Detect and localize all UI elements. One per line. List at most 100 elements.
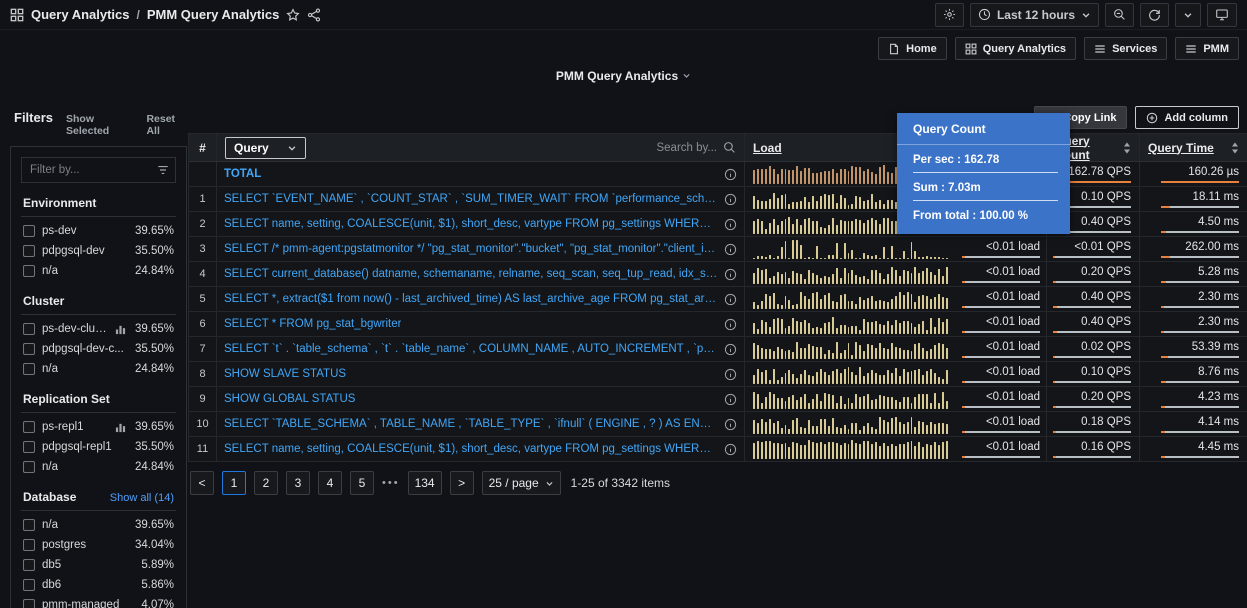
dashboard-title[interactable]: PMM Query Analytics	[0, 69, 1247, 83]
metric-value: <0.01 load	[954, 416, 1040, 433]
filter-item-label[interactable]: n/a	[42, 461, 128, 473]
page-button-3[interactable]: 3	[286, 471, 310, 495]
apps-grid-icon[interactable]	[10, 8, 24, 22]
query-link[interactable]: SELECT `TABLE_SCHEMA` , TABLE_NAME , `TA…	[224, 418, 718, 430]
time-range-picker[interactable]: Last 12 hours	[970, 3, 1099, 27]
filter-item-label[interactable]: n/a	[42, 519, 128, 531]
filter-checkbox[interactable]	[23, 265, 35, 277]
info-icon[interactable]	[724, 293, 737, 306]
query-link[interactable]: SELECT `t` . `table_schema` , `t` . `tab…	[224, 343, 718, 355]
show-selected-link[interactable]: Show Selected	[66, 113, 133, 137]
filter-item-label[interactable]: ps-dev	[42, 225, 128, 237]
filter-checkbox[interactable]	[23, 323, 35, 335]
zoom-out-button[interactable]	[1105, 3, 1134, 27]
star-icon[interactable]	[286, 8, 300, 22]
info-icon[interactable]	[724, 318, 737, 331]
last-page-button[interactable]: 134	[408, 471, 442, 495]
filter-item-label[interactable]: db5	[42, 559, 134, 571]
page-button-2[interactable]: 2	[254, 471, 278, 495]
info-icon[interactable]	[724, 268, 737, 281]
info-icon[interactable]	[724, 243, 737, 256]
nav-button-pmm[interactable]: PMM	[1175, 37, 1239, 60]
refresh-interval-dropdown[interactable]	[1175, 3, 1201, 27]
page-size-select[interactable]: 25 / page	[482, 471, 561, 495]
filters-card: Environmentps-dev39.65%pdpgsql-dev35.50%…	[10, 146, 187, 608]
filter-checkbox[interactable]	[23, 363, 35, 375]
sort-icon[interactable]	[1123, 142, 1131, 154]
filter-checkbox[interactable]	[23, 421, 35, 433]
query-link[interactable]: SELECT name, setting, COALESCE(unit, $1)…	[224, 218, 718, 230]
filter-item-label[interactable]: n/a	[42, 265, 128, 277]
load-sparkline	[753, 315, 948, 334]
share-icon[interactable]	[307, 8, 321, 22]
filter-item-label[interactable]: db6	[42, 579, 134, 591]
filter-item-label[interactable]: pdpgsql-dev-c...	[42, 343, 128, 355]
query-link[interactable]: SELECT name, setting, COALESCE(unit, $1)…	[224, 443, 718, 455]
filter-item-label[interactable]: ps-dev-cluster	[42, 323, 108, 335]
filter-item-label[interactable]: pdpgsql-repl1	[42, 441, 128, 453]
filter-checkbox[interactable]	[23, 539, 35, 551]
info-icon[interactable]	[724, 193, 737, 206]
query-link[interactable]: SHOW GLOBAL STATUS	[224, 393, 355, 405]
load-cell: <0.01 load	[745, 262, 1047, 287]
search-icon[interactable]	[723, 141, 736, 154]
page-button-5[interactable]: 5	[350, 471, 374, 495]
page-button-1[interactable]: 1	[222, 471, 246, 495]
filter-checkbox[interactable]	[23, 579, 35, 591]
nav-button-services[interactable]: Services	[1084, 37, 1167, 60]
filter-section-cluster: Clusterps-dev-cluster39.65%pdpgsql-dev-c…	[21, 294, 176, 379]
filter-item-label[interactable]: postgres	[42, 539, 128, 551]
row-number	[189, 162, 217, 187]
nav-button-home[interactable]: Home	[878, 37, 947, 60]
filter-checkbox[interactable]	[23, 461, 35, 473]
query-link[interactable]: SELECT `EVENT_NAME` , `COUNT_STAR` , `SU…	[224, 193, 718, 205]
info-icon[interactable]	[724, 418, 737, 431]
query-time-cell: 5.28 ms	[1140, 262, 1247, 287]
reset-all-link[interactable]: Reset All	[146, 113, 187, 137]
query-link[interactable]: SELECT /* pmm-agent:pgstatmonitor */ "pg…	[224, 243, 718, 255]
info-icon[interactable]	[724, 368, 737, 381]
filter-item-label[interactable]: n/a	[42, 363, 128, 375]
filter-checkbox[interactable]	[23, 559, 35, 571]
add-column-button[interactable]: Add column	[1135, 106, 1239, 129]
info-icon[interactable]	[724, 218, 737, 231]
table-row: 1SELECT `EVENT_NAME` , `COUNT_STAR` , `S…	[189, 187, 1247, 212]
filter-checkbox[interactable]	[23, 519, 35, 531]
filter-checkbox[interactable]	[23, 225, 35, 237]
filter-checkbox[interactable]	[23, 599, 35, 608]
settings-button[interactable]	[935, 3, 964, 27]
filter-item-label[interactable]: ps-repl1	[42, 421, 108, 433]
metric-value: 160.26 µs	[1153, 166, 1239, 183]
filter-search-input[interactable]	[21, 157, 176, 183]
metric-progress-fill	[1161, 206, 1170, 208]
sort-icon[interactable]	[1231, 142, 1239, 154]
info-icon[interactable]	[724, 168, 737, 181]
nav-button-query-analytics[interactable]: Query Analytics	[955, 37, 1076, 60]
query-link[interactable]: SELECT *, extract($1 from now() - last_a…	[224, 293, 718, 305]
metric-value-text: <0.01 load	[986, 366, 1040, 379]
query-link[interactable]: SELECT current_database() datname, schem…	[224, 268, 718, 280]
query-link[interactable]: SHOW SLAVE STATUS	[224, 368, 346, 380]
filter-checkbox[interactable]	[23, 441, 35, 453]
page-button-4[interactable]: 4	[318, 471, 342, 495]
show-all-link[interactable]: Show all (14)	[110, 492, 174, 504]
query-time-header-label[interactable]: Query Time	[1148, 141, 1214, 155]
load-header-label[interactable]: Load	[753, 141, 782, 155]
info-icon[interactable]	[724, 343, 737, 356]
prev-page-button[interactable]: <	[190, 471, 214, 495]
refresh-button[interactable]	[1140, 3, 1169, 27]
filter-checkbox[interactable]	[23, 343, 35, 355]
info-icon[interactable]	[724, 393, 737, 406]
group-by-select[interactable]: Query	[225, 137, 306, 159]
filter-item-label[interactable]: pdpgsql-dev	[42, 245, 128, 257]
query-cell: SELECT *, extract($1 from now() - last_a…	[217, 287, 745, 312]
query-search-input[interactable]	[607, 142, 717, 154]
query-link[interactable]: TOTAL	[224, 168, 261, 180]
info-icon[interactable]	[724, 443, 737, 456]
breadcrumb-section[interactable]: Query Analytics	[31, 7, 130, 22]
tv-mode-button[interactable]	[1207, 3, 1237, 27]
filter-checkbox[interactable]	[23, 245, 35, 257]
next-page-button[interactable]: >	[450, 471, 474, 495]
filter-item-label[interactable]: pmm-managed	[42, 599, 134, 608]
query-link[interactable]: SELECT * FROM pg_stat_bgwriter	[224, 318, 401, 330]
